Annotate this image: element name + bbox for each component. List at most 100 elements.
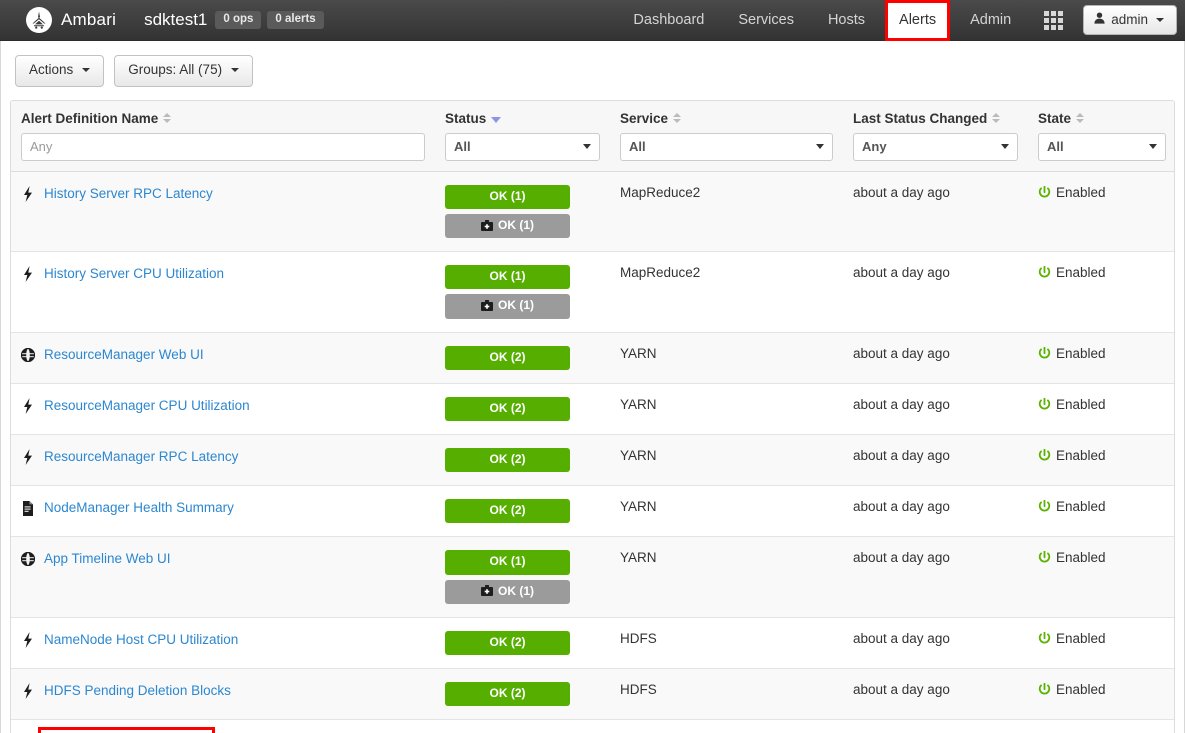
alerts-table: Alert Definition Name Status All	[11, 100, 1174, 733]
alert-definition-link[interactable]: ResourceManager RPC Latency	[44, 448, 238, 465]
chevron-down-icon	[1001, 143, 1009, 149]
table-row: DataNode Health SummaryOK (2)HDFSabout a…	[11, 719, 1174, 733]
power-icon	[1038, 682, 1051, 699]
status-badge-label: OK (1)	[498, 298, 534, 313]
globe-icon	[21, 347, 35, 363]
col-header-name: Alert Definition Name	[11, 100, 435, 172]
alert-definition-link[interactable]: HDFS Pending Deletion Blocks	[44, 682, 231, 699]
col-header-status: Status All	[435, 100, 610, 172]
cell-status: OK (1) OK (1)	[435, 536, 610, 618]
state-label: Enabled	[1056, 184, 1106, 200]
nav-link-alerts[interactable]: Alerts	[885, 0, 951, 41]
ops-badge[interactable]: 0 ops	[215, 10, 262, 30]
cell-last-status-changed: about a day ago	[843, 383, 1028, 435]
alert-definition-link[interactable]: NodeManager Health Summary	[44, 499, 234, 516]
cell-service: YARN	[610, 332, 843, 384]
user-menu-button[interactable]: admin	[1083, 5, 1177, 35]
status-badge-maintenance[interactable]: OK (1)	[445, 294, 570, 319]
cell-state: Enabled	[1028, 668, 1174, 721]
cell-alert-definition-name: App Timeline Web UI	[11, 536, 435, 618]
alert-name-wrapper: ResourceManager Web UI	[21, 346, 425, 363]
cell-status: OK (2)	[435, 485, 610, 538]
col-header-service-sort[interactable]: Service	[620, 111, 682, 126]
status-badge-ok[interactable]: OK (2)	[445, 447, 570, 473]
brand-name[interactable]: Ambari	[61, 10, 116, 30]
nav-link-services[interactable]: Services	[721, 0, 811, 41]
cell-status: OK (2)	[435, 332, 610, 384]
status-badge-ok[interactable]: OK (2)	[445, 499, 570, 524]
status-badge-label: OK (2)	[489, 451, 526, 466]
alert-definition-link[interactable]: History Server RPC Latency	[44, 185, 213, 202]
status-badge-ok[interactable]: OK (1)	[445, 550, 570, 575]
nav-link-admin[interactable]: Admin	[953, 0, 1028, 41]
nav-link-dashboard[interactable]: Dashboard	[616, 0, 721, 41]
ambari-logo-icon[interactable]	[26, 7, 52, 33]
col-header-changed-sort[interactable]: Last Status Changed	[853, 111, 1001, 126]
cell-state: Enabled	[1028, 617, 1174, 669]
power-icon	[1038, 346, 1051, 363]
alert-definition-link[interactable]: ResourceManager CPU Utilization	[44, 397, 250, 414]
cell-service: MapReduce2	[610, 171, 843, 253]
table-row: History Server CPU Utilization OK (1) OK (…	[11, 251, 1174, 333]
filter-status-select[interactable]: All	[445, 132, 600, 161]
power-icon	[1038, 265, 1051, 282]
state-label: Enabled	[1056, 681, 1106, 697]
alerts-toolbar: Actions Groups: All (75)	[10, 41, 1175, 100]
cell-service: MapReduce2	[610, 251, 843, 333]
alerts-badge[interactable]: 0 alerts	[267, 10, 324, 30]
apps-grid-icon[interactable]	[1044, 10, 1064, 30]
status-badge-ok[interactable]: OK (2)	[445, 396, 570, 421]
alert-definition-link[interactable]: ResourceManager Web UI	[44, 346, 204, 363]
filter-last-status-changed-select[interactable]: Any	[853, 132, 1018, 161]
col-header-name-sort[interactable]: Alert Definition Name	[21, 110, 172, 126]
table-row: ResourceManager CPU Utilization OK (2) YAR…	[11, 383, 1174, 435]
alert-definition-link[interactable]: App Timeline Web UI	[44, 550, 171, 567]
status-badge-ok[interactable]: OK (2)	[445, 630, 570, 655]
status-badge-ok[interactable]: OK (1)	[445, 265, 570, 290]
cluster-name[interactable]: sdktest1	[144, 10, 207, 30]
alert-name-wrapper: ResourceManager RPC Latency	[21, 448, 425, 465]
nav-link-hosts[interactable]: Hosts	[811, 0, 882, 41]
alerts-page: Ambari sdktest1 0 ops 0 alerts Dashboard…	[0, 0, 1185, 733]
cell-state: Enabled	[1028, 536, 1174, 618]
status-badge-maintenance[interactable]: OK (1)	[445, 579, 570, 604]
power-icon	[1038, 631, 1051, 648]
alert-definition-link[interactable]: NameNode Host CPU Utilization	[44, 631, 238, 648]
col-header-state-sort[interactable]: State	[1038, 111, 1085, 126]
cell-alert-definition-name: History Server RPC Latency	[11, 171, 435, 253]
cell-service: YARN	[610, 536, 843, 618]
table-row: ResourceManager RPC Latency OK (2) YARN abo…	[11, 434, 1174, 487]
power-icon	[1038, 448, 1051, 465]
col-header-status-sort[interactable]: Status	[445, 111, 502, 126]
cell-alert-definition-name: ResourceManager CPU Utilization	[11, 383, 435, 435]
filter-state-select[interactable]: All	[1038, 132, 1166, 161]
chevron-down-icon	[231, 68, 240, 73]
actions-button[interactable]: Actions	[15, 55, 105, 87]
cell-alert-definition-name: DataNode Health Summary	[11, 719, 435, 733]
filter-changed-value: Any	[862, 138, 887, 154]
table-row: History Server RPC Latency OK (1) OK (1) Ma…	[11, 171, 1174, 253]
status-badge-ok[interactable]: OK (2)	[445, 681, 570, 707]
cell-last-status-changed: about a day ago	[843, 332, 1028, 384]
lightning-bolt-icon	[21, 266, 35, 283]
filter-service-select[interactable]: All	[620, 132, 833, 161]
alert-definition-link[interactable]: History Server CPU Utilization	[44, 265, 224, 282]
chevron-down-icon	[583, 143, 591, 149]
status-badge-maintenance[interactable]: OK (1)	[445, 214, 570, 239]
cell-status: OK (2)	[435, 668, 610, 721]
status-badge-ok[interactable]: OK (2)	[445, 345, 570, 370]
cell-last-status-changed: about a day ago	[843, 719, 1028, 733]
status-badge-ok[interactable]: OK (1)	[445, 184, 570, 210]
cell-status: OK (2)	[435, 434, 610, 487]
cell-state: Enabled	[1028, 171, 1174, 253]
groups-filter-button[interactable]: Groups: All (75)	[114, 55, 254, 87]
state-label: Enabled	[1056, 630, 1106, 646]
maintenance-medkit-icon	[481, 300, 493, 312]
alert-name-wrapper: App Timeline Web UI	[21, 550, 425, 567]
status-badge-label: OK (2)	[489, 634, 526, 649]
lightning-bolt-icon	[21, 397, 35, 414]
col-header-name-label: Alert Definition Name	[21, 110, 159, 126]
filter-alert-definition-name[interactable]	[21, 132, 425, 161]
state-label: Enabled	[1056, 447, 1106, 463]
sort-both-icon	[163, 113, 172, 124]
